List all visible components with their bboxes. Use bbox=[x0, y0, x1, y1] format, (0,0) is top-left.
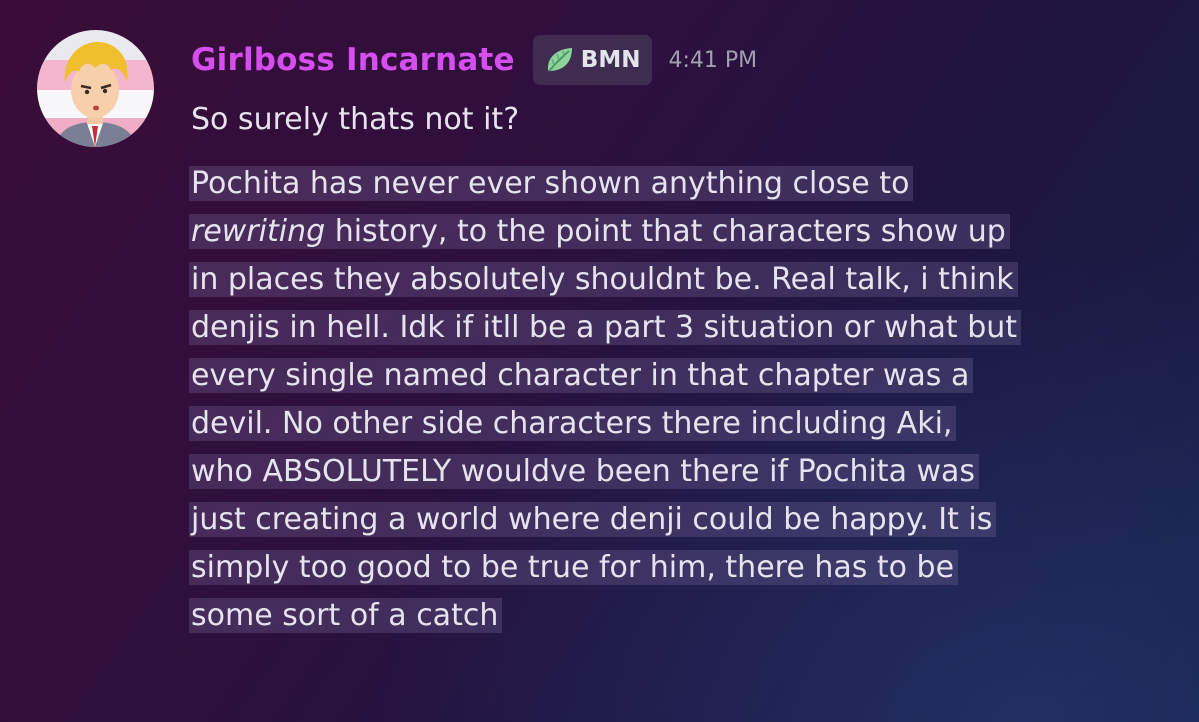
highlighted-text: who ABSOLUTELY wouldve been there if Poc… bbox=[189, 454, 980, 489]
highlighted-text: every single named character in that cha… bbox=[189, 358, 974, 393]
highlighted-line: rewriting history, to the point that cha… bbox=[189, 208, 1010, 256]
role-tag[interactable]: BMN bbox=[532, 35, 653, 85]
highlighted-line: Pochita has never ever shown anything cl… bbox=[189, 160, 914, 208]
highlighted-text: Pochita has never ever shown anything cl… bbox=[189, 166, 914, 201]
highlighted-text: denjis in hell. Idk if itll be a part 3 … bbox=[189, 310, 1022, 345]
highlighted-line: simply too good to be true for him, ther… bbox=[189, 544, 959, 592]
user-avatar[interactable] bbox=[37, 30, 154, 147]
highlighted-line: denjis in hell. Idk if itll be a part 3 … bbox=[189, 304, 1022, 352]
avatar-image bbox=[37, 30, 154, 147]
highlighted-text: devil. No other side characters there in… bbox=[189, 406, 957, 441]
message-text: So surely thats not it? bbox=[191, 102, 520, 137]
highlighted-line: just creating a world where denji could … bbox=[189, 496, 997, 544]
timestamp[interactable]: 4:41 PM bbox=[668, 48, 757, 73]
italic-text: rewriting bbox=[191, 214, 326, 249]
text-segment: history, to the point that characters sh… bbox=[325, 214, 1006, 249]
highlighted-line: who ABSOLUTELY wouldve been there if Poc… bbox=[189, 448, 980, 496]
highlighted-text: some sort of a catch bbox=[189, 598, 503, 633]
leaf-icon bbox=[547, 48, 572, 72]
highlighted-text: simply too good to be true for him, ther… bbox=[189, 550, 959, 585]
highlighted-line: some sort of a catch bbox=[189, 592, 503, 640]
message-header: Girlboss Incarnate BMN 4:41 PM bbox=[191, 35, 757, 85]
chat-message: Girlboss Incarnate BMN 4:41 PM So surely… bbox=[0, 0, 1199, 722]
highlighted-line: every single named character in that cha… bbox=[189, 352, 974, 400]
username[interactable]: Girlboss Incarnate bbox=[191, 42, 515, 78]
role-name: BMN bbox=[580, 47, 641, 73]
highlighted-line: in places they absolutely shouldnt be. R… bbox=[189, 256, 1018, 304]
highlighted-text: just creating a world where denji could … bbox=[189, 502, 997, 537]
highlighted-text: in places they absolutely shouldnt be. R… bbox=[189, 262, 1018, 297]
highlighted-line: devil. No other side characters there in… bbox=[189, 400, 957, 448]
message-line: So surely thats not it? bbox=[191, 96, 519, 144]
highlighted-text: rewriting history, to the point that cha… bbox=[189, 214, 1010, 249]
